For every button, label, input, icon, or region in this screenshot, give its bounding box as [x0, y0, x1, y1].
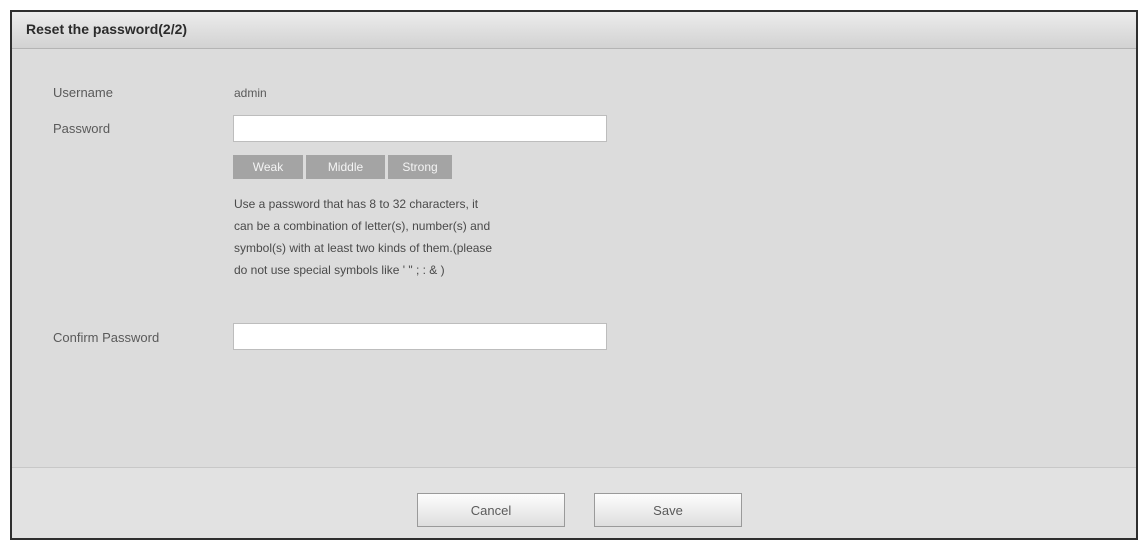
dialog-footer: Cancel Save [12, 467, 1136, 538]
password-hint-line: can be a combination of letter(s), numbe… [234, 219, 491, 233]
dialog-title: Reset the password(2/2) [26, 21, 188, 37]
password-label: Password [53, 121, 111, 136]
confirm-password-input[interactable] [233, 323, 607, 350]
strength-weak: Weak [233, 155, 303, 179]
cancel-button[interactable]: Cancel [417, 493, 565, 527]
username-value: admin [234, 86, 267, 100]
confirm-password-label: Confirm Password [53, 330, 160, 345]
password-input[interactable] [233, 115, 607, 142]
dialog-titlebar: Reset the password(2/2) [12, 12, 1136, 49]
username-label: Username [53, 85, 113, 100]
reset-password-dialog: Reset the password(2/2) Username admin P… [10, 10, 1138, 540]
save-button[interactable]: Save [594, 493, 742, 527]
password-hint-line: symbol(s) with at least two kinds of the… [234, 241, 493, 255]
password-hint-line: Use a password that has 8 to 32 characte… [234, 197, 479, 211]
strength-strong: Strong [388, 155, 452, 179]
password-hint: Use a password that has 8 to 32 characte… [234, 193, 614, 281]
password-hint-line: do not use special symbols like ' " ; : … [234, 263, 445, 277]
strength-middle: Middle [306, 155, 385, 179]
password-strength-indicator: Weak Middle Strong [233, 155, 455, 179]
